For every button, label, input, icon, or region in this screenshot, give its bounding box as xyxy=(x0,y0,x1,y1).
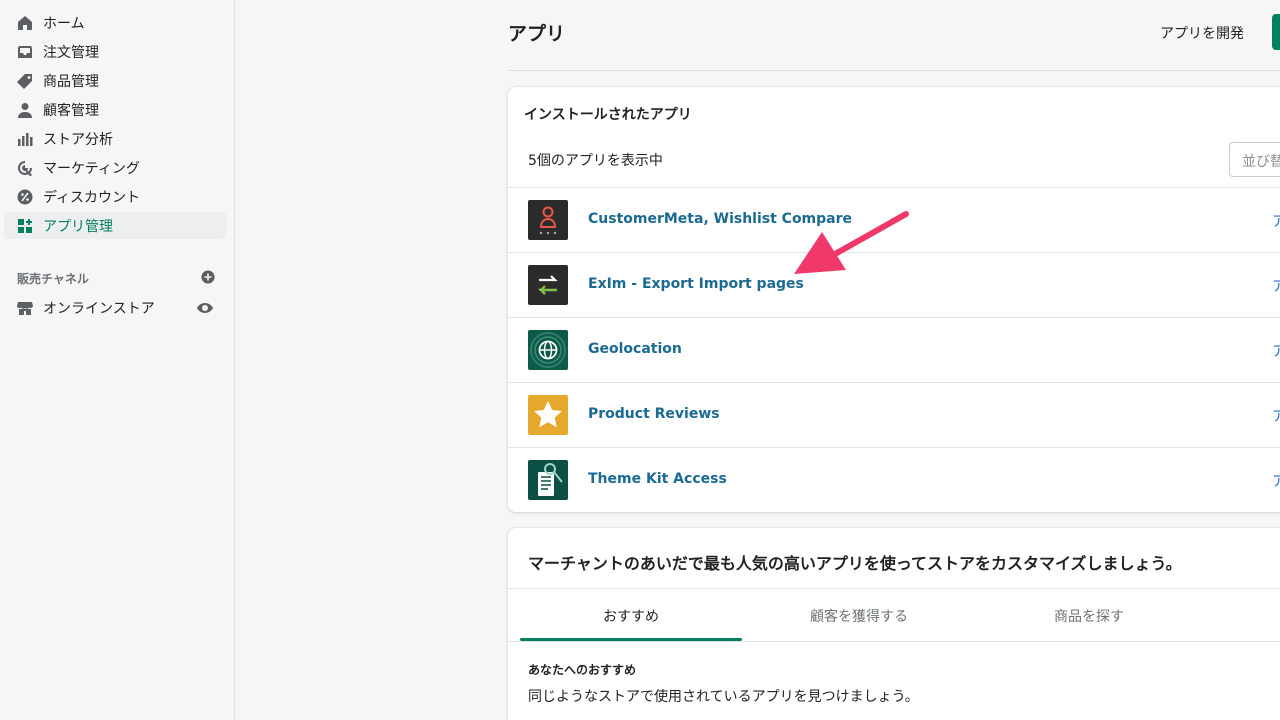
sidebar-item-label: マーケティング xyxy=(43,160,140,177)
recommendations-title: マーチャントのあいだで最も人気の高いアプリを使ってストアをカスタマイズしましょう… xyxy=(528,554,1182,573)
app-name-link[interactable]: ExIm - Export Import pages xyxy=(588,276,804,292)
app-open-link[interactable]: ア xyxy=(1272,471,1280,491)
sidebar-item-label: オンラインストア xyxy=(43,301,155,317)
sidebar-item-home[interactable]: ホーム xyxy=(4,9,226,36)
recommended-for-you-heading: あなたへのおすすめ xyxy=(528,663,637,677)
sort-select[interactable]: 並び替 xyxy=(1229,142,1280,177)
develop-apps-link[interactable]: アプリを開発 xyxy=(1160,23,1244,43)
sidebar-item-label: 商品管理 xyxy=(43,73,99,90)
discount-icon xyxy=(17,189,33,205)
apps-icon xyxy=(17,218,33,234)
sidebar-item-products[interactable]: 商品管理 xyxy=(4,67,226,94)
tag-icon xyxy=(17,73,33,89)
store-icon xyxy=(17,300,33,316)
exim-app-icon xyxy=(528,265,568,305)
tab-acquire-customers[interactable]: 顧客を獲得する xyxy=(748,589,970,642)
recommendations-card: マーチャントのあいだで最も人気の高いアプリを使ってストアをカスタマイズしましょう… xyxy=(508,528,1280,720)
page-title: アプリ xyxy=(508,23,566,45)
tab-source-products[interactable]: 商品を探す xyxy=(978,589,1200,642)
header-divider xyxy=(508,70,1280,71)
sidebar-item-online-store[interactable]: オンラインストア xyxy=(4,294,226,322)
recommended-for-you-text: 同じようなストアで使用されているアプリを見つけましょう。 xyxy=(528,689,919,705)
app-open-link[interactable]: ア xyxy=(1272,276,1280,296)
sidebar-item-label: 顧客管理 xyxy=(43,102,99,119)
annotation-arrow-icon xyxy=(794,211,909,274)
app-open-link[interactable]: ア xyxy=(1272,341,1280,361)
person-icon xyxy=(17,102,33,118)
target-icon xyxy=(17,160,33,176)
theme-kit-access-app-icon xyxy=(528,460,568,500)
app-open-link[interactable]: ア xyxy=(1272,211,1280,231)
app-count-text: 5個のアプリを表示中 xyxy=(528,153,663,169)
app-row[interactable]: Theme Kit Access ア xyxy=(508,447,1280,512)
recommendation-tabs: おすすめ 顧客を獲得する 商品を探す xyxy=(508,588,1280,642)
sidebar-item-label: ホーム xyxy=(43,15,85,32)
sales-channels-label: 販売チャネル xyxy=(17,271,89,286)
sidebar-item-label: アプリ管理 xyxy=(43,218,113,235)
geolocation-app-icon xyxy=(528,330,568,370)
sidebar-item-label: 注文管理 xyxy=(43,44,99,61)
primary-action-button[interactable] xyxy=(1272,14,1280,50)
sidebar-item-label: ディスカウント xyxy=(43,189,141,206)
app-row[interactable]: Geolocation ア xyxy=(508,317,1280,382)
sidebar: ホーム 注文管理 商品管理 顧客管理 ストア分析 マーケティング ディスカウント xyxy=(0,0,235,720)
product-reviews-app-icon xyxy=(528,395,568,435)
sidebar-item-orders[interactable]: 注文管理 xyxy=(4,38,226,65)
sidebar-item-marketing[interactable]: マーケティング xyxy=(4,154,226,181)
selected-tab-indicator xyxy=(520,638,742,641)
installed-apps-card: インストールされたアプリ 5個のアプリを表示中 並び替 CustomerMeta… xyxy=(508,87,1280,512)
inbox-icon xyxy=(17,44,33,60)
add-channel-icon[interactable] xyxy=(201,269,215,287)
app-name-link[interactable]: Theme Kit Access xyxy=(588,471,727,487)
sidebar-item-label: ストア分析 xyxy=(43,131,113,148)
sidebar-item-apps[interactable]: アプリ管理 xyxy=(4,212,226,239)
eye-icon[interactable] xyxy=(196,300,214,320)
bar-chart-icon xyxy=(17,131,33,147)
sidebar-item-customers[interactable]: 顧客管理 xyxy=(4,96,226,123)
installed-apps-title: インストールされたアプリ xyxy=(524,107,692,123)
app-open-link[interactable]: ア xyxy=(1272,406,1280,426)
home-icon xyxy=(17,15,33,31)
app-name-link[interactable]: Geolocation xyxy=(588,341,682,357)
sales-channels-heading: 販売チャネル xyxy=(17,268,215,288)
app-name-link[interactable]: Product Reviews xyxy=(588,406,720,422)
sidebar-item-analytics[interactable]: ストア分析 xyxy=(4,125,226,152)
sidebar-nav: ホーム 注文管理 商品管理 顧客管理 ストア分析 マーケティング ディスカウント xyxy=(4,9,226,241)
customermeta-app-icon xyxy=(528,200,568,240)
tab-recommended[interactable]: おすすめ xyxy=(520,589,742,642)
sidebar-item-discounts[interactable]: ディスカウント xyxy=(4,183,226,210)
app-row[interactable]: Product Reviews ア xyxy=(508,382,1280,447)
